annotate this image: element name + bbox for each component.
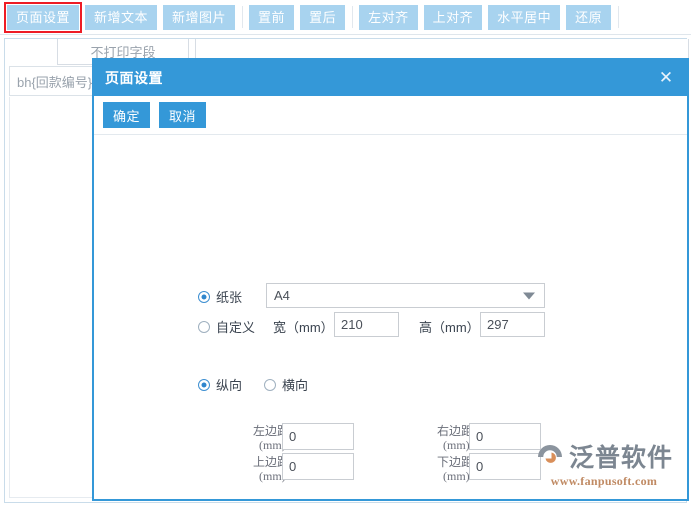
toolbar: 页面设置 新增文本 新增图片 置前 置后 左对齐 上对齐 水平居中 还原 [0,0,691,35]
radio-portrait-label: 纵向 [216,375,242,394]
width-label: 宽（mm）: [273,317,337,336]
dialog-action-bar: 确定 取消 [94,96,687,135]
toolbar-button-add-text[interactable]: 新增文本 [85,5,157,30]
radio-custom-indicator [198,321,210,333]
toolbar-button-align-top[interactable]: 上对齐 [424,5,483,30]
chevron-down-icon [523,292,535,299]
page-setup-dialog: 页面设置 ✕ 确定 取消 纸张 A4 自定义 宽（mm）: 210 高（mm）:… [92,58,689,501]
radio-paper-indicator [198,291,210,303]
margin-left-label: 左边距 (mm): [227,424,289,452]
width-input[interactable]: 210 [334,312,399,337]
radio-landscape-label: 横向 [282,375,308,394]
radio-landscape[interactable]: 横向 [264,375,308,394]
toolbar-button-send-back[interactable]: 置后 [300,5,345,30]
toolbar-button-restore[interactable]: 还原 [566,5,611,30]
margin-right-input[interactable]: 0 [469,423,541,450]
margin-top-label: 上边距 (mm): [227,455,289,483]
radio-paper[interactable]: 纸张 [198,287,242,306]
margin-bottom-input[interactable]: 0 [469,453,541,480]
toolbar-separator-1 [242,6,243,28]
radio-custom-size[interactable]: 自定义 [198,317,255,336]
paper-size-value: A4 [274,288,290,303]
toolbar-button-bring-front[interactable]: 置前 [249,5,294,30]
dialog-body: 纸张 A4 自定义 宽（mm）: 210 高（mm）: 297 纵向 横向 左 [94,135,687,499]
watermark-logo: 泛普软件 www.fanpusoft.com [535,442,673,489]
close-icon[interactable]: ✕ [655,67,677,89]
radio-custom-label: 自定义 [216,317,255,336]
margin-left-input[interactable]: 0 [282,423,354,450]
watermark-row: 泛普软件 [535,442,673,472]
watermark-name: 泛普软件 [569,445,673,470]
margin-top-input[interactable]: 0 [282,453,354,480]
radio-paper-label: 纸张 [216,287,242,306]
toolbar-button-add-image[interactable]: 新增图片 [163,5,235,30]
toolbar-button-align-left[interactable]: 左对齐 [359,5,418,30]
toolbar-button-page-setup[interactable]: 页面设置 [7,5,79,30]
dialog-title: 页面设置 [105,68,163,88]
dialog-titlebar[interactable]: 页面设置 ✕ [94,60,687,96]
orientation-group: 纵向 横向 [198,375,308,394]
radio-portrait[interactable]: 纵向 [198,375,242,394]
paper-size-select[interactable]: A4 [266,283,545,308]
height-input[interactable]: 297 [480,312,545,337]
cancel-button[interactable]: 取消 [159,102,206,128]
margin-right-label: 右边距 (mm): [411,424,473,452]
toolbar-separator-2 [352,6,353,28]
radio-landscape-indicator [264,379,276,391]
confirm-button[interactable]: 确定 [103,102,150,128]
toolbar-separator-3 [618,6,619,28]
fanpu-logo-icon [535,442,565,472]
watermark-url: www.fanpusoft.com [551,474,657,489]
radio-portrait-indicator [198,379,210,391]
margin-bottom-label: 下边距 (mm): [411,455,473,483]
height-label: 高（mm）: [419,317,483,336]
toolbar-button-center-horizontal[interactable]: 水平居中 [488,5,560,30]
